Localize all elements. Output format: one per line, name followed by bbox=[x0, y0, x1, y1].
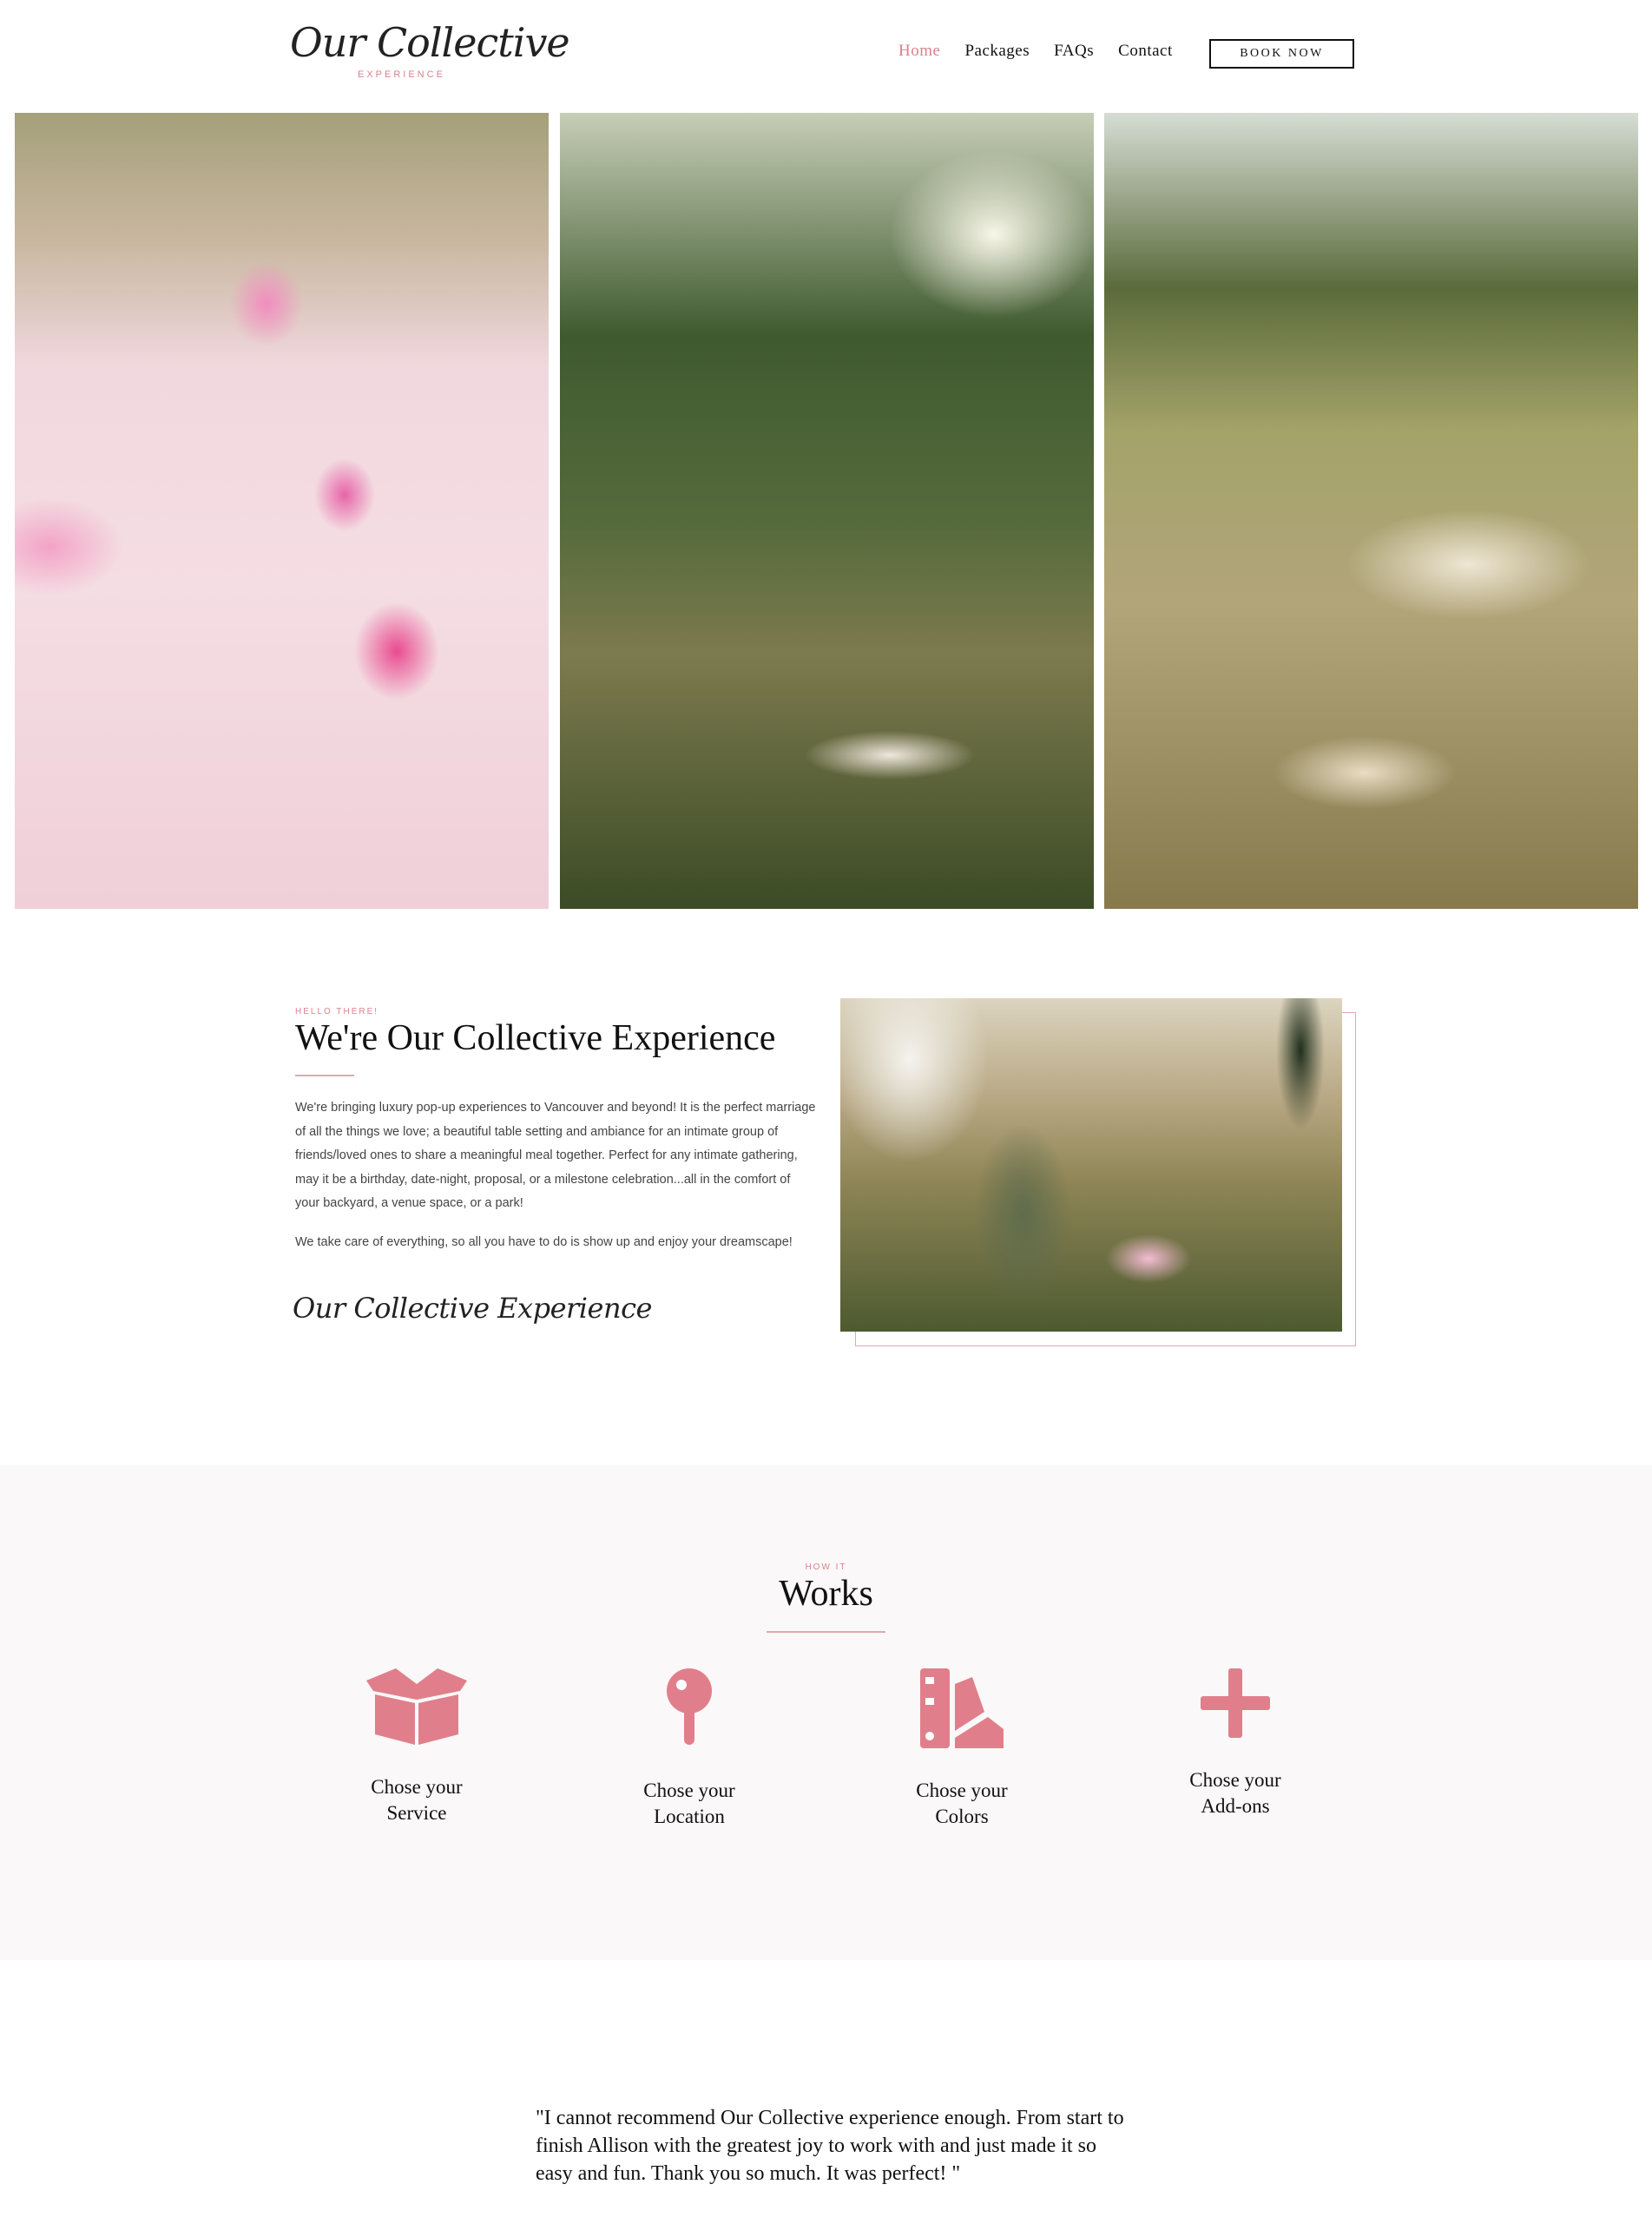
step-addons: Chose your Add-ons bbox=[1149, 1668, 1322, 1819]
site-header: Our Collective EXPERIENCE Home Packages … bbox=[0, 0, 1652, 113]
logo-subtitle: EXPERIENCE bbox=[358, 69, 445, 80]
nav-packages[interactable]: Packages bbox=[964, 42, 1030, 61]
hero-image-pink-table bbox=[15, 113, 549, 909]
about-divider bbox=[295, 1075, 354, 1076]
main-nav: Home Packages FAQs Contact bbox=[898, 42, 1173, 61]
step-service: Chose your Service bbox=[330, 1668, 503, 1826]
about-title: We're Our Collective Experience bbox=[295, 1018, 776, 1058]
plus-icon bbox=[1149, 1668, 1322, 1738]
nav-contact[interactable]: Contact bbox=[1118, 42, 1173, 61]
book-now-button[interactable]: BOOK NOW bbox=[1209, 39, 1354, 69]
step-location: Chose your Location bbox=[602, 1668, 776, 1830]
hero-image-backyard-picnic bbox=[560, 113, 1094, 909]
about-paragraph-1: We're bringing luxury pop-up experiences… bbox=[295, 1101, 816, 1210]
about-eyebrow: HELLO THERE! bbox=[295, 1007, 379, 1016]
step-addons-label: Chose your Add-ons bbox=[1189, 1769, 1281, 1817]
works-title: Works bbox=[779, 1574, 873, 1614]
about-photo bbox=[840, 998, 1342, 1332]
nav-home[interactable]: Home bbox=[898, 42, 940, 61]
nav-faqs[interactable]: FAQs bbox=[1054, 42, 1094, 61]
map-pin-icon bbox=[602, 1668, 776, 1748]
works-divider bbox=[767, 1631, 885, 1633]
step-service-label: Chose your Service bbox=[371, 1776, 463, 1824]
logo-script-text: Our Collective bbox=[290, 19, 570, 66]
how-it-works-band bbox=[0, 1465, 1652, 1960]
step-colors-label: Chose your Colors bbox=[916, 1780, 1008, 1827]
about-paragraph-2: We take care of everything, so all you h… bbox=[295, 1235, 793, 1249]
works-eyebrow: HOW IT bbox=[805, 1562, 847, 1572]
about-signature: Our Collective Experience bbox=[293, 1292, 652, 1325]
site-logo[interactable]: Our Collective EXPERIENCE bbox=[290, 19, 570, 84]
testimonial-quote: "I cannot recommend Our Collective exper… bbox=[536, 2107, 1124, 2185]
box-icon bbox=[330, 1668, 503, 1745]
color-swatch-icon bbox=[875, 1668, 1049, 1748]
step-location-label: Chose your Location bbox=[643, 1780, 735, 1827]
step-colors: Chose your Colors bbox=[875, 1668, 1049, 1830]
hero-image-lawn-picnic bbox=[1104, 113, 1638, 909]
